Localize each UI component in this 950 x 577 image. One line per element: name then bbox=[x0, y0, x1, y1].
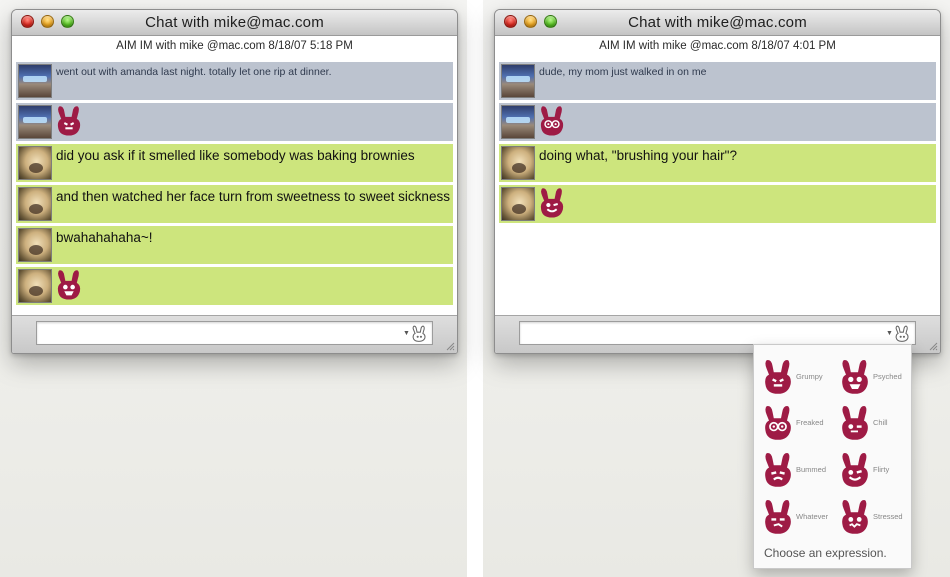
title-bar[interactable]: Chat with mike@mac.com bbox=[12, 10, 457, 36]
expression-label: Grumpy bbox=[796, 372, 823, 381]
expression-label: Stressed bbox=[873, 512, 903, 521]
image-divider bbox=[467, 0, 483, 577]
expression-option-grumpy[interactable]: Grumpy bbox=[763, 357, 823, 396]
message-input[interactable]: ▼ bbox=[519, 321, 916, 345]
dropdown-arrow-icon: ▼ bbox=[886, 329, 893, 337]
expression-label: Whatever bbox=[796, 512, 829, 521]
expression-option-psyched[interactable]: Psyched bbox=[840, 357, 902, 396]
message-text: and then watched her face turn from swee… bbox=[56, 189, 450, 204]
bummed-icon bbox=[765, 453, 791, 487]
resize-grip-icon[interactable] bbox=[445, 341, 455, 351]
message-text: doing what, "brushing your hair"? bbox=[539, 148, 737, 163]
mike-avatar bbox=[18, 64, 52, 98]
dog-avatar bbox=[18, 228, 52, 262]
psyched-icon bbox=[57, 270, 81, 300]
grumpy-icon bbox=[57, 106, 81, 136]
expression-label: Chill bbox=[873, 418, 888, 427]
message-text: dude, my mom just walked in on me bbox=[539, 66, 707, 78]
message-row: bwahahahaha~! bbox=[16, 226, 453, 264]
dog-avatar bbox=[501, 187, 535, 221]
window-title: Chat with mike@mac.com bbox=[145, 14, 324, 31]
popup-hint: Choose an expression. bbox=[764, 546, 887, 560]
chill-icon bbox=[842, 406, 868, 440]
flirty-icon bbox=[842, 453, 868, 487]
dog-avatar bbox=[18, 269, 52, 303]
dropdown-arrow-icon: ▼ bbox=[403, 329, 410, 337]
expression-option-bummed[interactable]: Bummed bbox=[763, 450, 826, 489]
expression-option-stressed[interactable]: Stressed bbox=[840, 497, 903, 536]
expression-label: Freaked bbox=[796, 418, 824, 427]
message-list: dude, my mom just walked in on me doing w… bbox=[499, 62, 936, 226]
message-row bbox=[499, 185, 936, 223]
title-bar[interactable]: Chat with mike@mac.com bbox=[495, 10, 940, 36]
whatever-icon bbox=[765, 500, 791, 534]
mike-avatar bbox=[501, 105, 535, 139]
expression-picker-button[interactable]: ▼ bbox=[403, 324, 429, 342]
expression-option-chill[interactable]: Chill bbox=[840, 403, 888, 442]
message-row bbox=[16, 103, 453, 141]
message-text: did you ask if it smelled like somebody … bbox=[56, 148, 415, 163]
chat-window-right: Chat with mike@mac.com AIM IM with mike … bbox=[494, 9, 941, 354]
mike-avatar bbox=[18, 105, 52, 139]
chat-header: AIM IM with mike @mac.com 8/18/07 4:01 P… bbox=[599, 40, 836, 52]
grumpy-icon bbox=[765, 360, 791, 394]
chat-window-left: Chat with mike@mac.com AIM IM with mike … bbox=[11, 9, 458, 354]
expression-option-flirty[interactable]: Flirty bbox=[840, 450, 889, 489]
expression-popup: Choose an expression. Grumpy Psyched Freak… bbox=[753, 344, 912, 569]
message-row: dude, my mom just walked in on me bbox=[499, 62, 936, 100]
bunny-outline-icon bbox=[412, 325, 426, 342]
bunny-outline-icon bbox=[895, 325, 909, 342]
expression-label: Flirty bbox=[873, 465, 890, 474]
message-input[interactable]: ▼ bbox=[36, 321, 433, 345]
flirty-icon bbox=[540, 188, 564, 218]
window-title: Chat with mike@mac.com bbox=[628, 14, 807, 31]
message-row: and then watched her face turn from swee… bbox=[16, 185, 453, 223]
dog-avatar bbox=[18, 146, 52, 180]
stressed-icon bbox=[842, 500, 868, 534]
input-bar: ▼ bbox=[12, 315, 457, 353]
message-text: bwahahahaha~! bbox=[56, 230, 153, 245]
dog-avatar bbox=[501, 146, 535, 180]
message-row bbox=[499, 103, 936, 141]
message-list: went out with amanda last night. totally… bbox=[16, 62, 453, 308]
message-row: did you ask if it smelled like somebody … bbox=[16, 144, 453, 182]
expression-option-whatever[interactable]: Whatever bbox=[763, 497, 828, 536]
expression-label: Psyched bbox=[873, 372, 902, 381]
chat-header: AIM IM with mike @mac.com 8/18/07 5:18 P… bbox=[116, 40, 353, 52]
message-row bbox=[16, 267, 453, 305]
message-row: went out with amanda last night. totally… bbox=[16, 62, 453, 100]
expression-picker-button[interactable]: ▼ bbox=[886, 324, 912, 342]
mike-avatar bbox=[501, 64, 535, 98]
expression-label: Bummed bbox=[796, 465, 827, 474]
resize-grip-icon[interactable] bbox=[928, 341, 938, 351]
message-row: doing what, "brushing your hair"? bbox=[499, 144, 936, 182]
expression-option-freaked[interactable]: Freaked bbox=[763, 403, 824, 442]
freaked-icon bbox=[540, 106, 564, 136]
psyched-icon bbox=[842, 360, 868, 394]
dog-avatar bbox=[18, 187, 52, 221]
freaked-icon bbox=[765, 406, 791, 440]
message-text: went out with amanda last night. totally… bbox=[56, 66, 332, 78]
